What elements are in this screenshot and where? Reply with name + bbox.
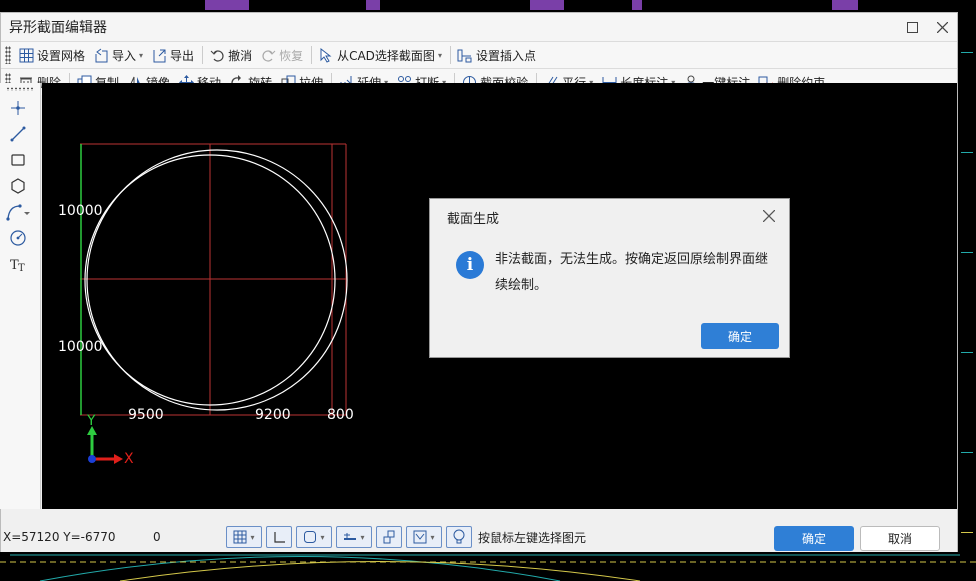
select-cad-button[interactable]: 从CAD选择截面图 ▾ — [315, 44, 447, 66]
track-icon[interactable] — [376, 526, 402, 548]
arc-icon[interactable] — [2, 199, 34, 225]
section-generate-dialog: 截面生成 i 非法截面，无法生成。按确定返回原绘制界面继续绘制。 确定 — [429, 198, 790, 358]
object-snap-icon[interactable]: ▾ — [296, 526, 332, 548]
ortho-icon[interactable] — [266, 526, 292, 548]
chevron-down-icon[interactable]: ▾ — [438, 51, 442, 60]
background-cad-top — [0, 0, 976, 12]
grid-icon — [18, 47, 34, 63]
set-grid-label: 设置网格 — [37, 48, 86, 63]
info-icon: i — [456, 251, 484, 279]
redo-label: 恢复 — [279, 48, 304, 63]
set-insert-point-label: 设置插入点 — [475, 48, 536, 63]
chevron-down-icon[interactable]: ▾ — [139, 51, 143, 60]
import-label: 导入 — [112, 48, 137, 63]
background-cad-bottom — [0, 552, 976, 581]
set-grid-button[interactable]: 设置网格 — [15, 44, 90, 66]
dynamic-input-icon[interactable]: ▾ — [406, 526, 442, 548]
tools-grip[interactable] — [6, 87, 34, 91]
dim-bottom-left: 9500 — [128, 407, 164, 423]
dim-bottom-right: 800 — [327, 407, 354, 423]
cancel-button[interactable]: 取消 — [860, 526, 940, 551]
toolbar-grip[interactable] — [5, 46, 11, 64]
dialog-title: 截面生成 — [447, 211, 500, 227]
select-cad-label: 从CAD选择截面图 — [337, 48, 435, 63]
undo-label: 撤消 — [228, 48, 253, 63]
dim-bottom-mid: 9200 — [255, 407, 291, 423]
undo-icon — [209, 47, 225, 63]
cursor-coordinates: X=57120 Y=-6770 — [3, 530, 116, 544]
toolbar-separator — [311, 46, 313, 64]
dialog-message: 非法截面，无法生成。按确定返回原绘制界面继续绘制。 — [495, 252, 769, 293]
draw-tools-panel: TT — [0, 83, 41, 509]
maximize-icon[interactable] — [897, 13, 927, 41]
export-icon — [151, 47, 167, 63]
rectangle-icon[interactable] — [2, 147, 34, 173]
axis-y-label: Y — [87, 413, 96, 429]
lightbulb-icon[interactable] — [446, 526, 472, 548]
hexagon-icon[interactable] — [2, 173, 34, 199]
close-icon[interactable] — [927, 13, 957, 41]
grid-snap-icon[interactable]: ▾ — [226, 526, 262, 548]
redo-icon — [260, 47, 276, 63]
text-icon[interactable]: TT — [2, 251, 34, 277]
export-label: 导出 — [170, 48, 195, 63]
redo-button[interactable]: 恢复 — [257, 44, 308, 66]
svg-text:T: T — [18, 263, 25, 273]
export-button[interactable]: 导出 — [148, 44, 199, 66]
origin-point — [88, 455, 96, 463]
polar-icon[interactable]: ▾ — [336, 526, 372, 548]
toolbar-separator — [449, 46, 451, 64]
status-value: 0 — [153, 530, 161, 544]
circle-icon[interactable] — [2, 225, 34, 251]
dim-left-bottom: 10000 — [58, 339, 103, 355]
window-title: 异形截面编辑器 — [9, 20, 107, 36]
set-insert-point-button[interactable]: 设置插入点 — [454, 44, 541, 66]
undo-button[interactable]: 撤消 — [206, 44, 257, 66]
import-icon — [93, 47, 109, 63]
dialog-ok-button[interactable]: 确定 — [701, 323, 779, 349]
title-bar: 异形截面编辑器 — [1, 13, 957, 41]
background-cad-right — [958, 12, 976, 581]
point-icon[interactable] — [2, 95, 34, 121]
dim-left-top: 10000 — [58, 203, 103, 219]
ok-button[interactable]: 确定 — [774, 526, 854, 551]
insert-point-icon — [457, 47, 473, 63]
screen: 异形截面编辑器 设置网格导入▾导出撤消恢复从CAD选择截面图▾设置插入点 删除复… — [0, 0, 976, 581]
line-icon[interactable] — [2, 121, 34, 147]
status-bar: X=57120 Y=-6770 0 ▾ ▾ ▾ ▾ 按鼠标左键选择图元 确定 取… — [1, 522, 957, 552]
main-toolbar: 设置网格 导入 ▾ 导出 撤消 恢复 从CAD选择截面图 ▾ 设置插入点 — [1, 41, 957, 68]
cad-select-icon — [318, 47, 334, 63]
status-hint: 按鼠标左键选择图元 — [478, 530, 587, 545]
dialog-close-icon[interactable] — [761, 208, 777, 224]
outer-circle — [86, 149, 348, 411]
toolbar-separator — [202, 46, 204, 64]
axis-x-label: X — [124, 451, 134, 467]
import-button[interactable]: 导入 ▾ — [90, 44, 148, 66]
